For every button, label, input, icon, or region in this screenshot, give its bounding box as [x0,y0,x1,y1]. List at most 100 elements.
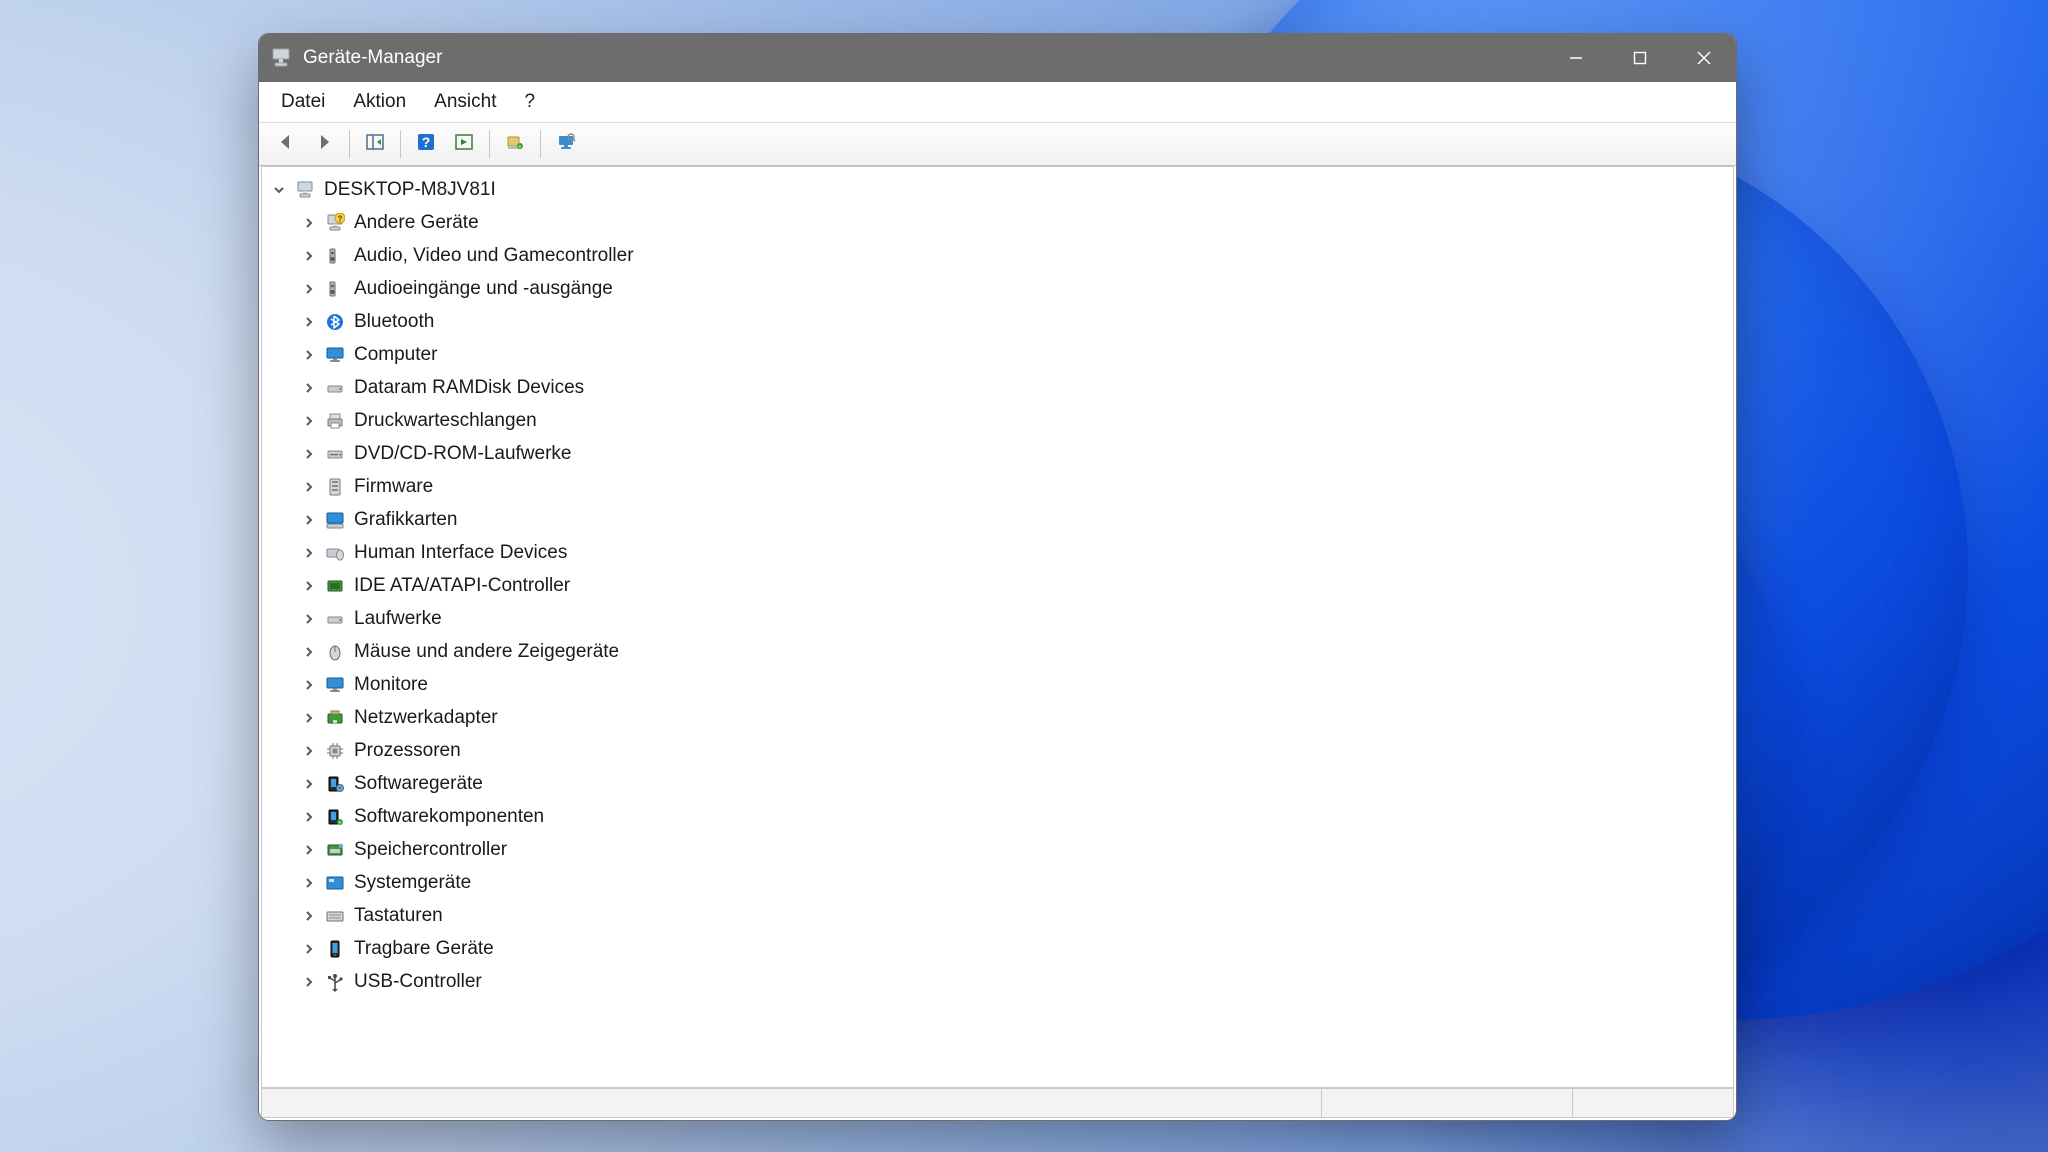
tree-node-label: Human Interface Devices [354,541,567,564]
chevron-right-icon[interactable] [300,247,318,265]
menu-label: Ansicht [434,91,496,113]
chevron-right-icon[interactable] [300,214,318,232]
chevron-right-icon[interactable] [300,511,318,529]
statusbar [261,1088,1734,1118]
chevron-right-icon[interactable] [300,346,318,364]
tree-node-label: Tastaturen [354,904,443,927]
titlebar[interactable]: Geräte-Manager [259,34,1736,82]
menu-aktion[interactable]: Aktion [339,82,420,122]
chevron-right-icon[interactable] [300,280,318,298]
chevron-right-icon[interactable] [300,478,318,496]
chevron-right-icon[interactable] [300,610,318,628]
chevron-right-icon[interactable] [300,412,318,430]
minimize-button[interactable] [1544,34,1608,82]
chevron-right-icon[interactable] [300,940,318,958]
menu-help[interactable]: ? [510,82,549,122]
toolbar-separator [400,130,401,158]
menu-label: Datei [281,91,325,113]
device-tree: DESKTOP-M8JV81IAndere GeräteAudio, Video… [262,167,1733,1004]
tree-category-node[interactable]: Laufwerke [262,602,1733,635]
chevron-right-icon[interactable] [300,676,318,694]
chevron-right-icon[interactable] [300,709,318,727]
tree-category-node[interactable]: Human Interface Devices [262,536,1733,569]
tree-category-node[interactable]: Netzwerkadapter [262,701,1733,734]
tree-category-node[interactable]: Audio, Video und Gamecontroller [262,239,1733,272]
firmware-icon [324,476,346,498]
statusbar-pane [1573,1089,1733,1117]
menu-label: Aktion [353,91,406,113]
help-button[interactable]: ? [410,128,442,160]
menu-datei[interactable]: Datei [267,82,339,122]
tree-category-node[interactable]: Tragbare Geräte [262,932,1733,965]
tree-category-node[interactable]: Softwaregeräte [262,767,1733,800]
svg-text:+: + [519,144,522,150]
cpu-icon [324,740,346,762]
scan-hardware-button[interactable] [550,128,582,160]
computer-root-icon [294,179,316,201]
statusbar-pane [262,1089,1322,1117]
tree-category-node[interactable]: IDE ATA/ATAPI-Controller [262,569,1733,602]
update-driver-button[interactable]: + [499,128,531,160]
chevron-right-icon[interactable] [300,643,318,661]
toolbar-separator [489,130,490,158]
tree-node-label: Tragbare Geräte [354,937,494,960]
tree-category-node[interactable]: Tastaturen [262,899,1733,932]
tree-node-label: IDE ATA/ATAPI-Controller [354,574,570,597]
audio-icon [324,245,346,267]
menubar: Datei Aktion Ansicht ? [259,82,1736,123]
chevron-right-icon[interactable] [300,313,318,331]
nav-back-button[interactable] [270,128,302,160]
tree-category-node[interactable]: Mäuse und andere Zeigegeräte [262,635,1733,668]
chevron-right-icon[interactable] [300,445,318,463]
audio-icon [324,278,346,300]
menu-ansicht[interactable]: Ansicht [420,82,510,122]
keyboard-icon [324,905,346,927]
chevron-right-icon[interactable] [300,544,318,562]
tree-root-node[interactable]: DESKTOP-M8JV81I [262,173,1733,206]
chevron-right-icon[interactable] [300,808,318,826]
tree-category-node[interactable]: Dataram RAMDisk Devices [262,371,1733,404]
properties-button[interactable] [448,128,480,160]
svg-text:?: ? [422,134,431,150]
chevron-right-icon[interactable] [300,841,318,859]
tree-category-node[interactable]: Grafikkarten [262,503,1733,536]
menu-label: ? [524,91,535,113]
tree-category-node[interactable]: Druckwarteschlangen [262,404,1733,437]
tree-category-node[interactable]: Prozessoren [262,734,1733,767]
nav-forward-icon [314,132,334,157]
tree-category-node[interactable]: Computer [262,338,1733,371]
bluetooth-icon [324,311,346,333]
chevron-right-icon[interactable] [300,742,318,760]
window-title: Geräte-Manager [303,47,442,69]
chevron-right-icon[interactable] [300,577,318,595]
update-driver-icon: + [505,132,525,157]
maximize-button[interactable] [1608,34,1672,82]
tree-node-label: Druckwarteschlangen [354,409,537,432]
tree-category-node[interactable]: Audioeingänge und -ausgänge [262,272,1733,305]
tree-category-node[interactable]: USB-Controller [262,965,1733,998]
tree-category-node[interactable]: Firmware [262,470,1733,503]
tree-node-label: Prozessoren [354,739,461,762]
chevron-right-icon[interactable] [300,379,318,397]
chevron-down-icon[interactable] [270,181,288,199]
tree-category-node[interactable]: DVD/CD-ROM-Laufwerke [262,437,1733,470]
nav-forward-button[interactable] [308,128,340,160]
device-tree-pane[interactable]: DESKTOP-M8JV81IAndere GeräteAudio, Video… [261,166,1734,1088]
tree-category-node[interactable]: Systemgeräte [262,866,1733,899]
show-hide-tree-button[interactable] [359,128,391,160]
tree-node-label: Laufwerke [354,607,442,630]
toolbar: ? + [259,123,1736,166]
tree-category-node[interactable]: Speichercontroller [262,833,1733,866]
printer-icon [324,410,346,432]
chevron-right-icon[interactable] [300,973,318,991]
tree-category-node[interactable]: Monitore [262,668,1733,701]
tree-category-node[interactable]: Bluetooth [262,305,1733,338]
monitor-icon [324,344,346,366]
mouse-icon [324,641,346,663]
chevron-right-icon[interactable] [300,907,318,925]
close-button[interactable] [1672,34,1736,82]
chevron-right-icon[interactable] [300,874,318,892]
tree-category-node[interactable]: Andere Geräte [262,206,1733,239]
chevron-right-icon[interactable] [300,775,318,793]
tree-category-node[interactable]: Softwarekomponenten [262,800,1733,833]
